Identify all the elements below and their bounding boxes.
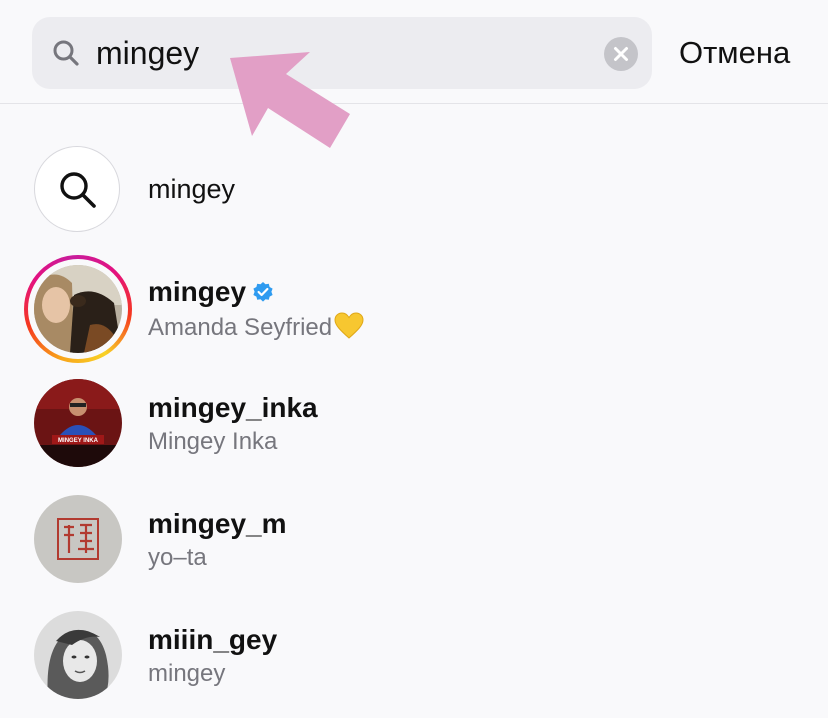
avatar-text: MINGEY INKA [58, 438, 99, 444]
avatar [34, 265, 122, 353]
result-full-name: yo–ta [148, 544, 207, 571]
search-suggestion-circle [34, 146, 120, 232]
suggested-search-label: mingey [148, 174, 236, 204]
search-input[interactable]: mingey [96, 31, 199, 75]
search-header: mingey Отмена [0, 0, 828, 104]
story-ring[interactable] [24, 255, 132, 363]
suggested-search-row[interactable]: mingey [0, 136, 828, 246]
result-full-name: Mingey Inka [148, 428, 278, 455]
avatar [34, 495, 122, 583]
result-username: mingey_inka [148, 392, 318, 423]
username-text: mingey [148, 276, 247, 307]
close-icon [614, 47, 628, 61]
avatar: MINGEY INKA [34, 379, 122, 467]
search-icon [53, 40, 79, 66]
search-result-row[interactable]: mingey_m yo–ta [0, 490, 828, 600]
search-result-row[interactable]: mingey Amanda Seyfried [0, 255, 828, 368]
search-icon [60, 172, 96, 208]
verified-badge-icon [253, 282, 273, 302]
result-username: mingey [148, 276, 274, 308]
search-result-row[interactable]: MINGEY INKA mingey_inka Mingey Inka [0, 374, 828, 484]
result-username: miiin_gey [148, 624, 278, 655]
full-name-text: Amanda Seyfried [148, 314, 333, 341]
clear-search-button[interactable] [604, 37, 638, 71]
search-result-row[interactable]: miiin_gey mingey [0, 606, 828, 716]
result-full-name: mingey [148, 660, 226, 687]
cancel-button[interactable]: Отмена [679, 30, 790, 76]
yellow-heart-icon [334, 312, 364, 339]
result-full-name: Amanda Seyfried [148, 312, 364, 342]
result-username: mingey_m [148, 508, 287, 539]
avatar [34, 611, 122, 699]
